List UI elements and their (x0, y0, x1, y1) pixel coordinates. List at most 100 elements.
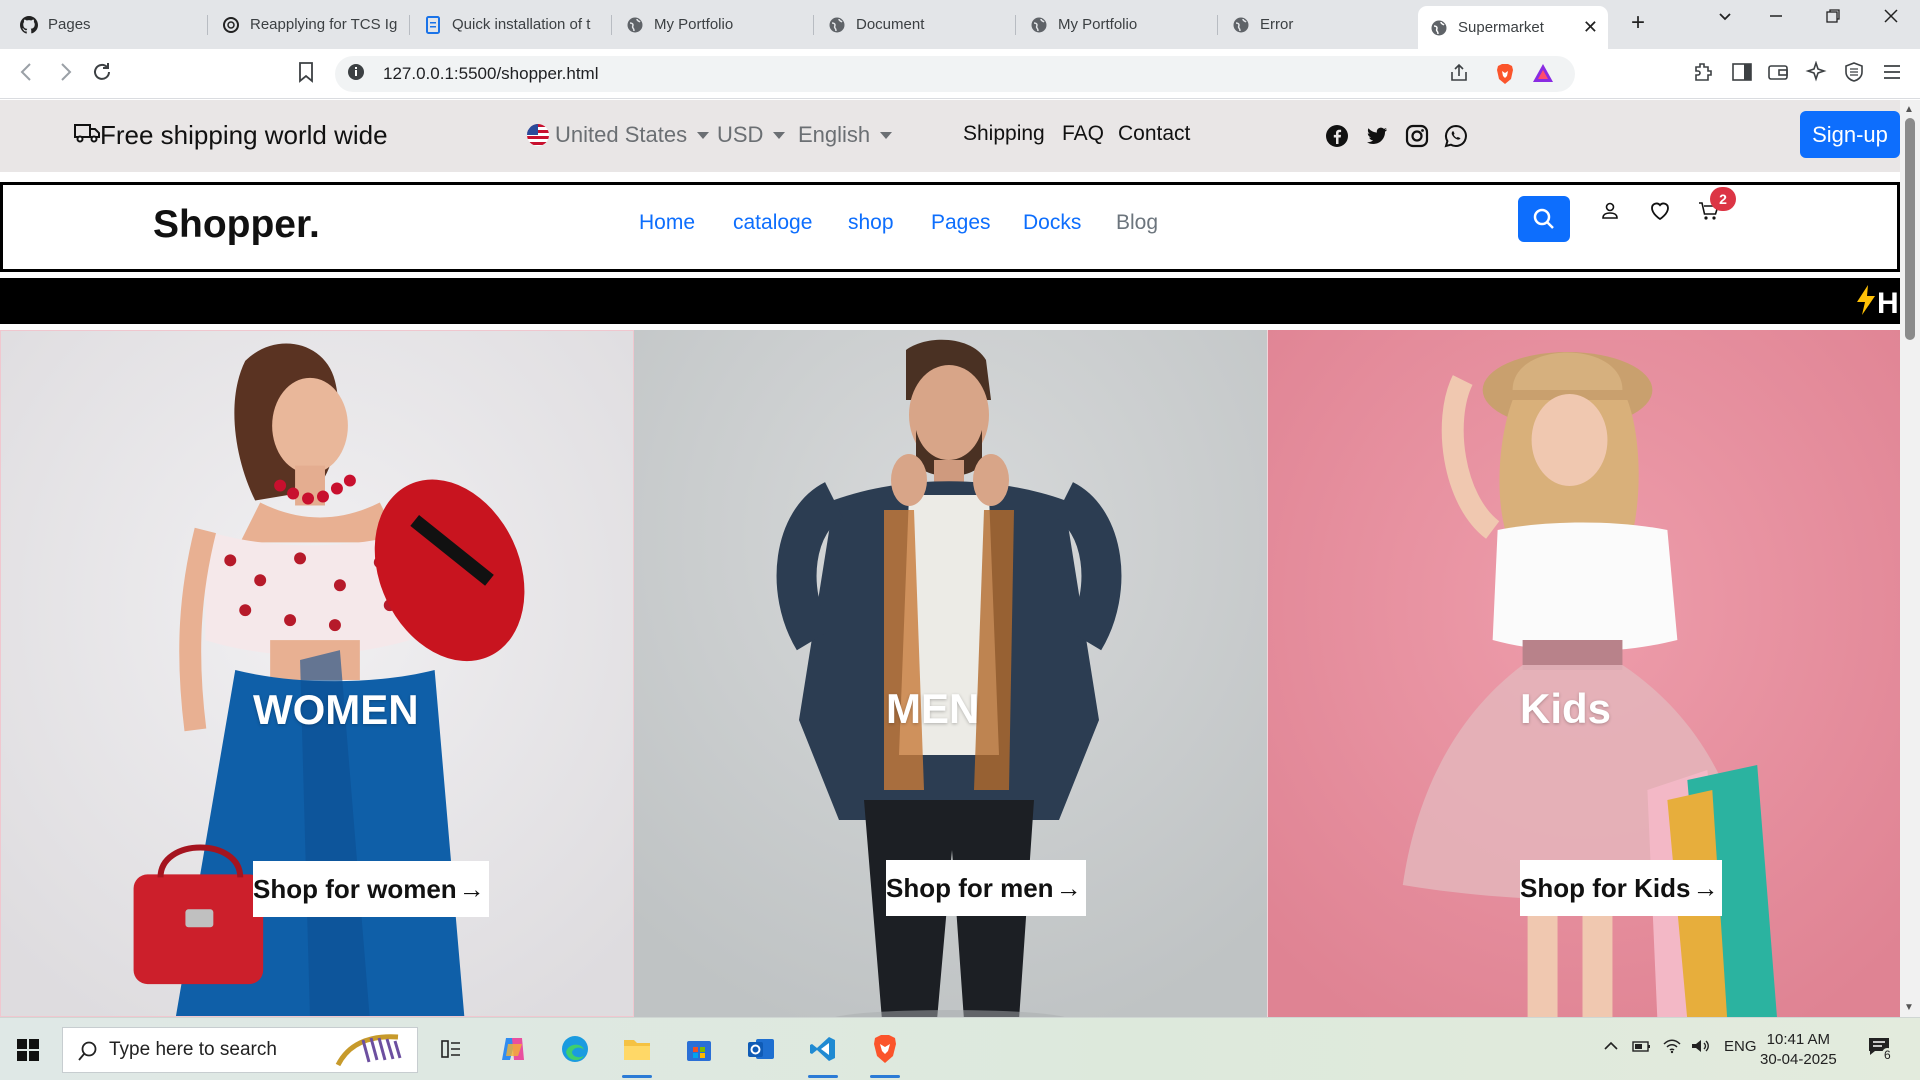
shipping-link[interactable]: Shipping (963, 122, 1045, 146)
battery-icon[interactable] (1632, 1038, 1652, 1058)
browser-tab[interactable]: Pages (8, 6, 208, 43)
hero-kids[interactable]: Kids Shop for Kids → (1267, 330, 1900, 1017)
outlook-icon[interactable] (742, 1030, 780, 1068)
whatsapp-icon[interactable] (1444, 124, 1468, 148)
language-label: English (798, 122, 871, 147)
reload-icon[interactable] (91, 61, 113, 89)
vpn-shield-icon[interactable] (1843, 61, 1865, 89)
facebook-icon[interactable] (1325, 124, 1349, 148)
language-dropdown[interactable]: English (798, 122, 893, 148)
bookmark-icon[interactable] (296, 61, 316, 89)
nav-link-docks[interactable]: Docks (1023, 211, 1081, 235)
browser-tab[interactable]: Document (816, 6, 1016, 43)
shop-for-men-button[interactable]: Shop for men → (886, 860, 1086, 916)
browser-tab[interactable]: My Portfolio (1018, 6, 1218, 43)
nav-link-shop[interactable]: shop (848, 211, 894, 235)
currency-label: USD (717, 122, 764, 147)
user-icon[interactable] (1598, 199, 1622, 223)
extensions-icon[interactable] (1692, 61, 1714, 89)
leo-ai-icon[interactable] (1805, 60, 1827, 89)
tab-title: Error (1260, 16, 1294, 33)
omnibox[interactable]: 127.0.0.1:5500/shopper.html (335, 56, 1575, 92)
browser-tab[interactable]: Reapplying for TCS Ig (210, 6, 410, 43)
url-text: 127.0.0.1:5500/shopper.html (383, 64, 599, 83)
country-label: United States (555, 122, 688, 147)
hero-women[interactable]: WOMEN Shop for women → (0, 330, 634, 1017)
currency-dropdown[interactable]: USD (717, 122, 786, 148)
arrow-right-icon: → (1692, 872, 1719, 903)
notifications-icon[interactable]: 6 (1866, 1034, 1893, 1064)
wallet-icon[interactable] (1767, 61, 1789, 89)
country-dropdown[interactable]: United States (527, 122, 710, 148)
vscode-icon[interactable] (804, 1030, 842, 1078)
top-info-bar: Free shipping world wide United States U… (0, 100, 1900, 172)
brave-shields-icon[interactable] (1495, 63, 1515, 90)
show-hidden-icons-chevron[interactable] (1603, 1038, 1619, 1058)
close-window-icon[interactable] (1868, 8, 1914, 29)
arrow-right-icon: → (458, 873, 485, 904)
taskbar-clock[interactable]: 10:41 AM 30-04-2025 (1760, 1030, 1837, 1070)
brave-rewards-icon[interactable] (1532, 63, 1554, 88)
share-icon[interactable] (1449, 63, 1469, 88)
browser-tab-active[interactable]: Supermarket ✕ (1418, 6, 1608, 49)
heart-icon[interactable] (1648, 199, 1672, 223)
browser-tab-bar: Pages Reapplying for TCS Ig Quick instal… (0, 0, 1920, 49)
taskbar-search-box[interactable]: Type here to search (62, 1027, 418, 1073)
github-icon (20, 15, 38, 34)
hero-men[interactable]: MEN Shop for men → (634, 330, 1267, 1017)
brand-logo[interactable]: Shopper. (153, 203, 320, 247)
shop-for-women-button[interactable]: Shop for women → (253, 861, 489, 917)
faq-link[interactable]: FAQ (1062, 122, 1104, 146)
copilot-icon[interactable] (494, 1030, 532, 1068)
twitter-icon[interactable] (1365, 124, 1389, 148)
browser-tab[interactable]: My Portfolio (614, 6, 814, 43)
sidebar-icon[interactable] (1731, 61, 1753, 89)
nav-link-cataloge[interactable]: cataloge (733, 211, 812, 235)
file-explorer-icon[interactable] (618, 1030, 656, 1078)
search-icon (77, 1040, 99, 1067)
minimize-icon[interactable] (1753, 8, 1799, 29)
tab-search-chevron-icon[interactable] (1702, 8, 1748, 29)
new-tab-icon[interactable]: + (1615, 9, 1661, 37)
sign-up-button[interactable]: Sign-up (1800, 111, 1900, 158)
shop-for-kids-button[interactable]: Shop for Kids → (1520, 860, 1723, 916)
nav-link-blog[interactable]: Blog (1116, 211, 1158, 235)
site-info-icon[interactable] (347, 63, 365, 86)
docs-icon (424, 15, 442, 34)
instagram-icon[interactable] (1405, 124, 1429, 148)
input-language[interactable]: ENG (1724, 1038, 1757, 1055)
windows-start-icon[interactable] (16, 1038, 40, 1062)
lightning-icon (1855, 284, 1877, 324)
arrow-right-icon: → (1055, 872, 1082, 903)
tab-title: My Portfolio (1058, 16, 1138, 33)
brave-browser-icon[interactable] (866, 1030, 904, 1078)
edge-icon[interactable] (556, 1030, 594, 1068)
wifi-icon[interactable] (1662, 1038, 1682, 1058)
back-icon[interactable] (16, 61, 38, 89)
forward-icon[interactable] (54, 61, 76, 89)
nav-link-pages[interactable]: Pages (931, 211, 991, 235)
volume-icon[interactable] (1690, 1038, 1710, 1058)
search-highlight-icon (333, 1030, 413, 1075)
chatgpt-icon (222, 16, 240, 34)
tab-title: Quick installation of t (452, 16, 591, 33)
tab-title: Document (856, 16, 925, 33)
browser-tab[interactable]: Error (1220, 6, 1420, 43)
nav-link-home[interactable]: Home (639, 211, 695, 235)
scroll-up-icon[interactable]: ▲ (1904, 104, 1914, 115)
close-tab-icon[interactable]: ✕ (1583, 17, 1598, 38)
browser-tab[interactable]: Quick installation of t (412, 6, 612, 43)
tab-title: Pages (48, 16, 91, 33)
search-button[interactable] (1518, 196, 1570, 242)
microsoft-store-icon[interactable] (680, 1030, 718, 1068)
restore-icon[interactable] (1810, 8, 1856, 29)
contact-link[interactable]: Contact (1118, 122, 1190, 146)
scrollbar-thumb[interactable] (1905, 118, 1915, 340)
menu-icon[interactable] (1881, 61, 1903, 89)
task-view-icon[interactable] (432, 1030, 470, 1068)
search-icon (1533, 208, 1554, 229)
scroll-down-icon[interactable]: ▼ (1904, 1002, 1914, 1013)
promo-marquee: H (0, 278, 1900, 324)
main-navbar: Shopper. Home cataloge shop Pages Docks … (0, 182, 1900, 272)
page-scrollbar[interactable]: ▲ ▼ (1900, 100, 1920, 1017)
